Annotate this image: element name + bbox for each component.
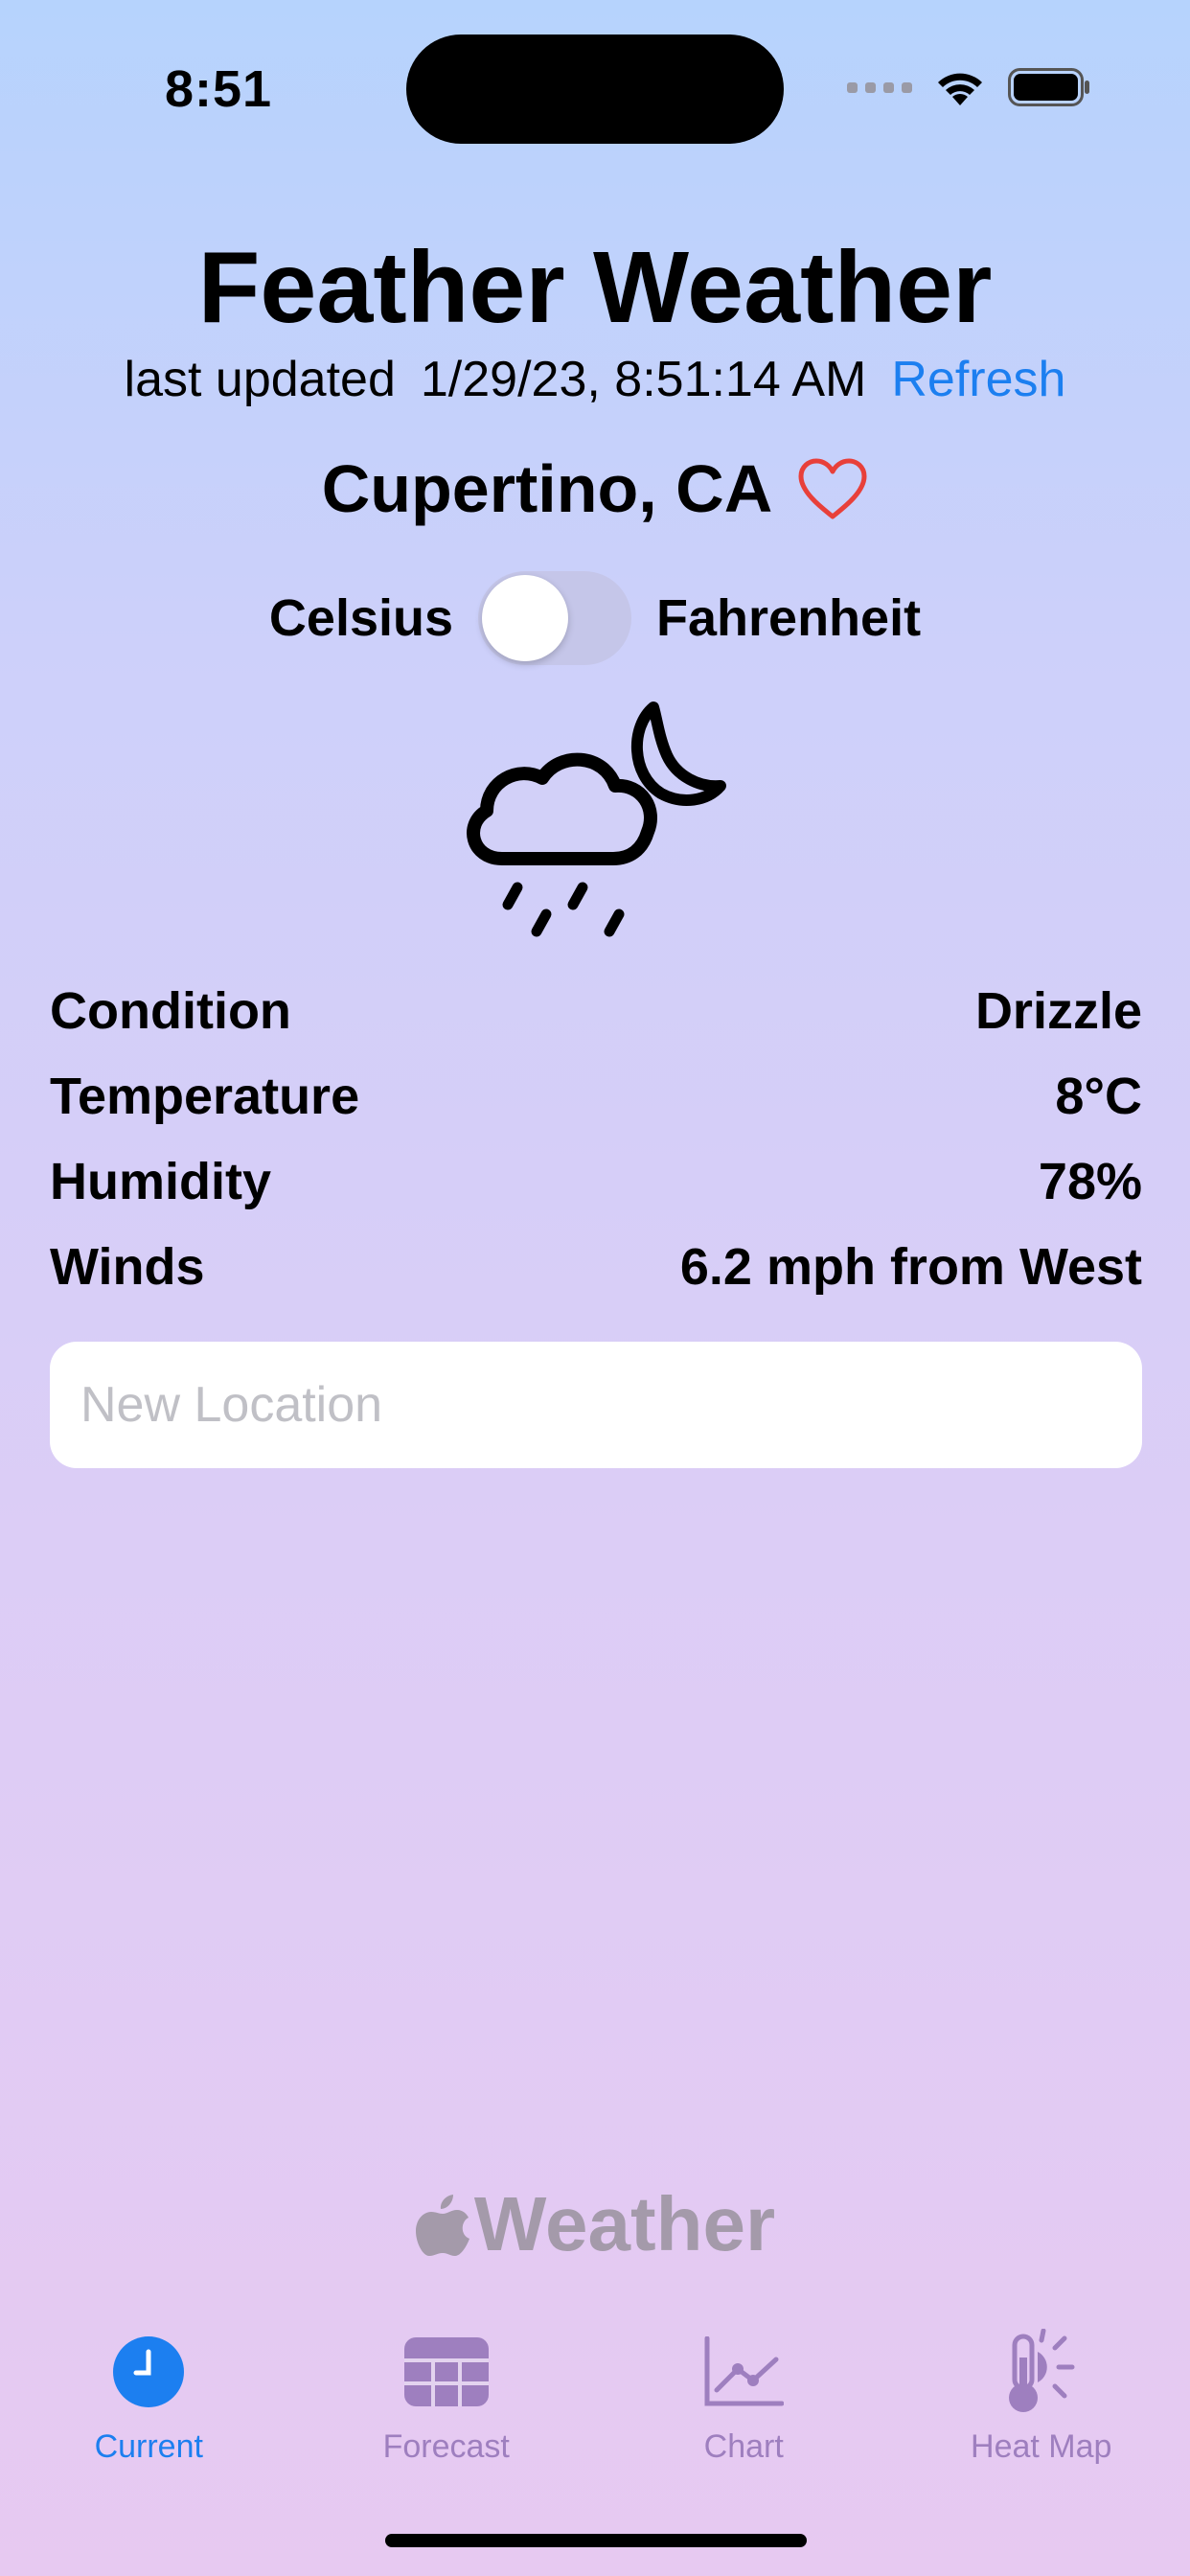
thermometer-sun-icon: [1008, 2329, 1075, 2412]
clock-icon: [113, 2336, 185, 2407]
last-updated-row: last updated 1/29/23, 8:51:14 AM Refresh: [0, 351, 1190, 408]
tab-label: Heat Map: [971, 2428, 1112, 2465]
last-updated-value: 1/29/23, 8:51:14 AM: [420, 352, 867, 407]
detail-row-humidity: Humidity 78%: [50, 1138, 1142, 1224]
weather-attribution[interactable]: Weather: [0, 2180, 1190, 2268]
weather-details: Condition Drizzle Temperature 8°C Humidi…: [50, 968, 1142, 1309]
fahrenheit-label: Fahrenheit: [656, 589, 922, 647]
cellular-signal-icon: [847, 81, 912, 93]
detail-value: 78%: [1038, 1152, 1142, 1210]
wifi-icon: [938, 73, 982, 105]
refresh-button[interactable]: Refresh: [891, 351, 1065, 408]
detail-value: Drizzle: [974, 981, 1142, 1040]
table-icon: [403, 2337, 489, 2406]
status-time: 8:51: [165, 60, 273, 118]
apple-logo-icon: [415, 2195, 469, 2256]
detail-label: Temperature: [50, 1067, 360, 1125]
detail-row-winds: Winds 6.2 mph from West: [50, 1224, 1142, 1309]
chart-icon: [704, 2336, 785, 2406]
attribution-brand: Weather: [473, 2181, 776, 2266]
detail-value: 8°C: [1055, 1067, 1142, 1125]
detail-row-condition: Condition Drizzle: [50, 968, 1142, 1053]
app-title: Feather Weather: [197, 231, 993, 344]
detail-value: 6.2 mph from West: [679, 1237, 1142, 1296]
detail-label: Humidity: [50, 1152, 272, 1210]
new-location-input[interactable]: [50, 1342, 1142, 1468]
unit-toggle[interactable]: [478, 571, 632, 665]
tab-heat-map[interactable]: Heat Map: [917, 2329, 1166, 2482]
location-row: Cupertino, CA: [0, 450, 1190, 527]
tab-bar: Current Forecast Chart Heat Map: [0, 2329, 1190, 2482]
tab-forecast[interactable]: Forecast: [322, 2329, 571, 2482]
home-indicator: [385, 2534, 807, 2547]
battery-icon: [1008, 68, 1089, 106]
toggle-knob: [482, 575, 569, 661]
tab-label: Chart: [703, 2428, 784, 2465]
location-name: Cupertino, CA: [321, 451, 773, 526]
tab-label: Current: [94, 2428, 203, 2465]
dynamic-island: [406, 34, 784, 144]
tab-chart[interactable]: Chart: [619, 2329, 868, 2482]
tab-current[interactable]: Current: [24, 2329, 273, 2482]
last-updated-label: last updated: [124, 352, 396, 407]
detail-label: Condition: [50, 981, 291, 1040]
cloud-moon-rain-icon: [467, 702, 726, 937]
detail-row-temperature: Temperature 8°C: [50, 1053, 1142, 1138]
heart-icon[interactable]: [797, 457, 868, 520]
detail-label: Winds: [50, 1237, 205, 1296]
status-icons: [847, 67, 1090, 107]
tab-label: Forecast: [382, 2428, 510, 2465]
unit-toggle-row: Celsius Fahrenheit: [0, 571, 1190, 665]
celsius-label: Celsius: [268, 589, 454, 647]
